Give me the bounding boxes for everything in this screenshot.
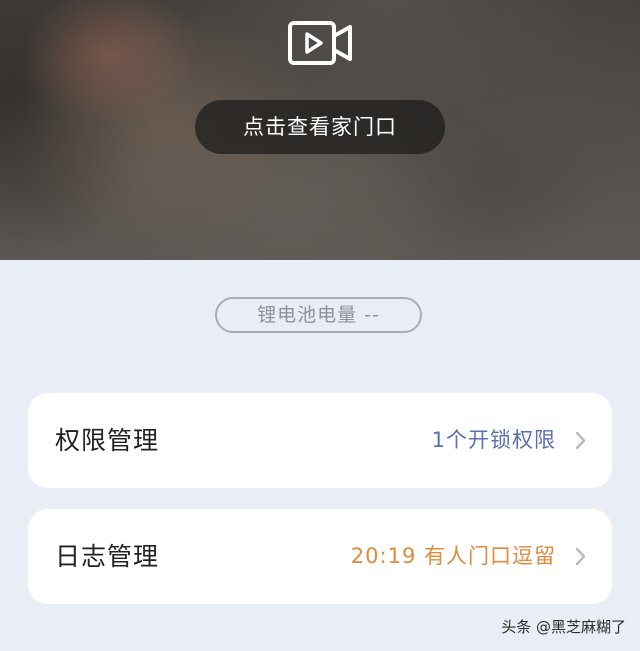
permission-management-title: 权限管理 <box>55 426 160 455</box>
log-management-title: 日志管理 <box>55 542 160 571</box>
permission-management-card[interactable]: 权限管理 1个开锁权限 <box>28 393 612 488</box>
log-management-card[interactable]: 日志管理 20:19 有人门口逗留 <box>28 509 612 604</box>
video-camera-play-icon[interactable] <box>286 18 354 68</box>
view-doorway-button[interactable]: 点击查看家门口 <box>195 100 445 154</box>
chevron-right-icon <box>575 431 586 450</box>
camera-preview[interactable]: 点击查看家门口 <box>0 0 640 260</box>
latest-log-entry: 20:19 有人门口逗留 <box>350 544 556 568</box>
source-watermark: 头条 @黑芝麻糊了 <box>501 618 626 636</box>
battery-level-badge: 锂电池电量 -- <box>215 297 422 333</box>
unlock-permission-count: 1个开锁权限 <box>431 428 556 452</box>
chevron-right-icon <box>575 547 586 566</box>
